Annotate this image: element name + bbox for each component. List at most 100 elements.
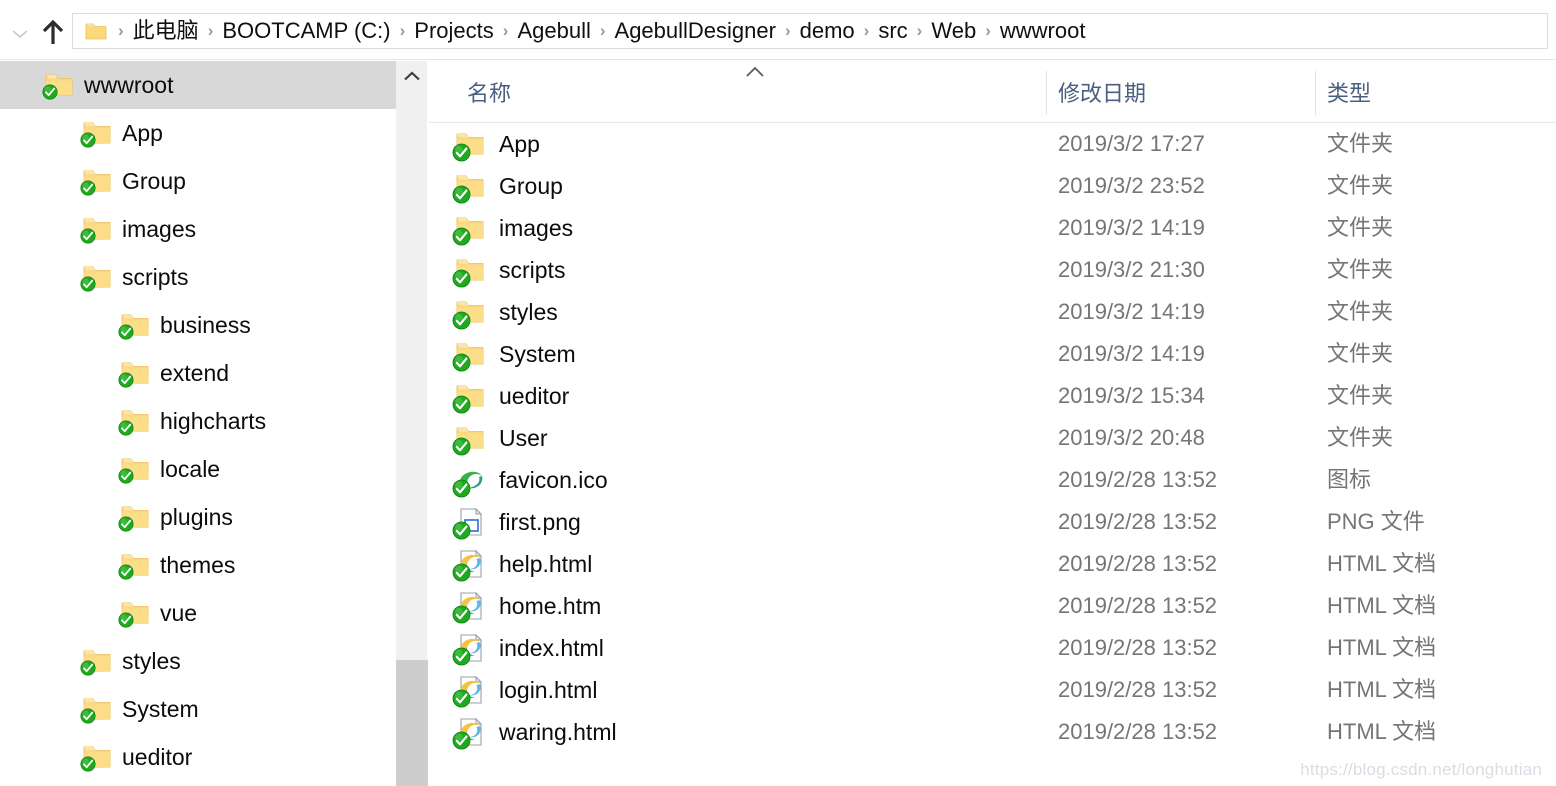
- file-name-label: System: [499, 341, 576, 367]
- file-name-cell[interactable]: styles: [452, 291, 558, 333]
- sync-ok-badge-icon: [80, 756, 96, 772]
- file-name-label: App: [499, 131, 540, 157]
- file-row[interactable]: ueditor 2019/3/2 15:34 文件夹: [429, 375, 1556, 417]
- file-name-cell[interactable]: Group: [452, 165, 563, 207]
- folder-synced-icon: [452, 339, 485, 372]
- navigation-tree[interactable]: wwwroot App Group images scripts business exte…: [0, 61, 396, 786]
- file-name-cell[interactable]: index.html: [452, 627, 604, 669]
- sync-ok-badge-icon: [118, 324, 134, 340]
- address-path-box[interactable]: › 此电脑 › BOOTCAMP (C:) › Projects › Agebu…: [72, 13, 1548, 49]
- folder-synced-icon: [452, 171, 485, 204]
- file-name-cell[interactable]: waring.html: [452, 711, 617, 753]
- file-type-cell: 文件夹: [1327, 215, 1394, 240]
- sidebar-item-label: vue: [160, 600, 198, 626]
- file-row[interactable]: favicon.ico 2019/2/28 13:52 图标: [429, 459, 1556, 501]
- file-row[interactable]: App 2019/3/2 17:27 文件夹: [429, 123, 1556, 165]
- folder-synced-icon: [80, 696, 112, 724]
- sidebar-item-highcharts[interactable]: highcharts: [0, 397, 396, 445]
- file-name-label: scripts: [499, 257, 566, 283]
- file-row[interactable]: images 2019/3/2 14:19 文件夹: [429, 207, 1556, 249]
- column-header-type[interactable]: 类型: [1327, 61, 1371, 123]
- breadcrumb-item-this-pc[interactable]: 此电脑: [131, 16, 201, 46]
- sidebar-item-ueditor[interactable]: ueditor: [0, 733, 396, 781]
- file-type-cell: 文件夹: [1327, 341, 1394, 366]
- sidebar-item-label: System: [122, 696, 199, 722]
- file-name-cell[interactable]: favicon.ico: [452, 459, 608, 501]
- up-one-level-button[interactable]: [36, 16, 70, 50]
- sync-ok-badge-icon: [452, 563, 471, 582]
- sidebar-item-vue[interactable]: vue: [0, 589, 396, 637]
- file-name-cell[interactable]: App: [452, 123, 540, 165]
- column-header-name[interactable]: 名称: [467, 61, 511, 123]
- breadcrumb-separator: ›: [207, 21, 214, 40]
- folder-synced-icon: [118, 456, 150, 484]
- sidebar-item-extend[interactable]: extend: [0, 349, 396, 397]
- file-name-cell[interactable]: ueditor: [452, 375, 569, 417]
- html-document-icon: [452, 717, 485, 750]
- sidebar-item-label: extend: [160, 360, 230, 386]
- navigation-tree-scrollbar[interactable]: [396, 61, 428, 786]
- scrollbar-up-button[interactable]: [396, 61, 428, 91]
- breadcrumb-item-projects[interactable]: Projects: [412, 16, 495, 46]
- breadcrumb-separator: ›: [916, 21, 923, 40]
- folder-synced-icon: [118, 504, 150, 532]
- sidebar-item-label: styles: [122, 648, 181, 674]
- file-name-cell[interactable]: scripts: [452, 249, 566, 291]
- column-divider[interactable]: [1315, 71, 1316, 115]
- breadcrumb-item-bootcamp-c[interactable]: BOOTCAMP (C:): [220, 16, 392, 46]
- file-name-cell[interactable]: first.png: [452, 501, 581, 543]
- sidebar-item-system[interactable]: System: [0, 685, 396, 733]
- folder-synced-icon: [118, 552, 150, 580]
- sidebar-item-plugins[interactable]: plugins: [0, 493, 396, 541]
- file-name-label: home.htm: [499, 593, 602, 619]
- file-row[interactable]: home.htm 2019/2/28 13:52 HTML 文档: [429, 585, 1556, 627]
- breadcrumb-item-demo[interactable]: demo: [798, 16, 857, 46]
- file-type-cell: HTML 文档: [1327, 719, 1437, 744]
- breadcrumb-separator: ›: [784, 21, 791, 40]
- folder-synced-icon: [80, 168, 112, 196]
- file-name-cell[interactable]: home.htm: [452, 585, 602, 627]
- folder-synced-icon: [118, 312, 150, 340]
- recent-locations-button[interactable]: [8, 24, 32, 44]
- sidebar-item-scripts[interactable]: scripts: [0, 253, 396, 301]
- html-document-icon: [452, 591, 485, 624]
- file-row[interactable]: System 2019/3/2 14:19 文件夹: [429, 333, 1556, 375]
- file-row[interactable]: scripts 2019/3/2 21:30 文件夹: [429, 249, 1556, 291]
- file-row[interactable]: help.html 2019/2/28 13:52 HTML 文档: [429, 543, 1556, 585]
- breadcrumb-item-agebulldesigner[interactable]: AgebullDesigner: [613, 16, 778, 46]
- file-row[interactable]: first.png 2019/2/28 13:52 PNG 文件: [429, 501, 1556, 543]
- sidebar-item-app[interactable]: App: [0, 109, 396, 157]
- sidebar-item-group[interactable]: Group: [0, 157, 396, 205]
- column-divider[interactable]: [1046, 71, 1047, 115]
- sidebar-item-business[interactable]: business: [0, 301, 396, 349]
- file-row[interactable]: Group 2019/3/2 23:52 文件夹: [429, 165, 1556, 207]
- file-name-cell[interactable]: help.html: [452, 543, 592, 585]
- sidebar-item-themes[interactable]: themes: [0, 541, 396, 589]
- file-row[interactable]: styles 2019/3/2 14:19 文件夹: [429, 291, 1556, 333]
- file-name-cell[interactable]: login.html: [452, 669, 597, 711]
- folder-synced-icon: [118, 360, 150, 388]
- sidebar-item-wwwroot[interactable]: wwwroot: [0, 61, 396, 109]
- sidebar-item-locale[interactable]: locale: [0, 445, 396, 493]
- sidebar-item-styles[interactable]: styles: [0, 637, 396, 685]
- breadcrumb-item-src[interactable]: src: [876, 16, 909, 46]
- breadcrumb-item-wwwroot[interactable]: wwwroot: [998, 16, 1088, 46]
- file-type-cell: HTML 文档: [1327, 593, 1437, 618]
- sidebar-item-images[interactable]: images: [0, 205, 396, 253]
- scrollbar-thumb[interactable]: [396, 660, 428, 786]
- file-name-cell[interactable]: System: [452, 333, 576, 375]
- breadcrumb-item-agebull[interactable]: Agebull: [515, 16, 592, 46]
- file-list[interactable]: App 2019/3/2 17:27 文件夹 Group 2019/3/2 23:52 文…: [429, 123, 1556, 786]
- file-name-label: first.png: [499, 509, 581, 535]
- file-row[interactable]: index.html 2019/2/28 13:52 HTML 文档: [429, 627, 1556, 669]
- file-name-cell[interactable]: User: [452, 417, 548, 459]
- file-date-cell: 2019/2/28 13:52: [1058, 593, 1218, 618]
- file-name-cell[interactable]: images: [452, 207, 573, 249]
- breadcrumb-item-web[interactable]: Web: [929, 16, 978, 46]
- file-row[interactable]: login.html 2019/2/28 13:52 HTML 文档: [429, 669, 1556, 711]
- file-row[interactable]: User 2019/3/2 20:48 文件夹: [429, 417, 1556, 459]
- sync-ok-badge-icon: [452, 269, 471, 288]
- column-header-date-modified[interactable]: 修改日期: [1058, 61, 1146, 123]
- file-row[interactable]: waring.html 2019/2/28 13:52 HTML 文档: [429, 711, 1556, 753]
- sidebar-item-label: images: [122, 216, 197, 242]
